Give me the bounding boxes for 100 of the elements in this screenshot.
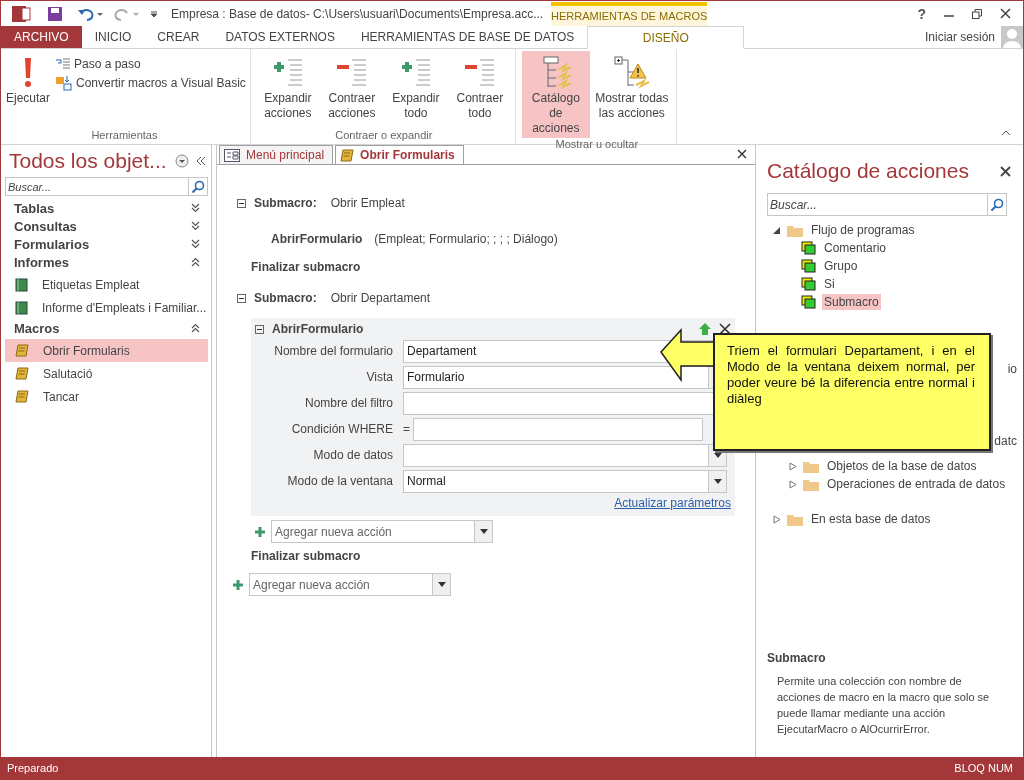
- collapse-icon[interactable]: [237, 293, 246, 303]
- expanded-arrow-icon[interactable]: [773, 225, 781, 235]
- close-icon[interactable]: [1000, 8, 1011, 19]
- ribbon-button[interactable]: Contraer todo: [448, 51, 511, 129]
- document-tab[interactable]: Obrir Formularis: [335, 145, 464, 164]
- document-tab[interactable]: Menú principal: [219, 145, 334, 164]
- navigation-title: Todos los objet...: [9, 149, 167, 173]
- collapse-icon: [191, 323, 200, 333]
- folder-icon: [803, 477, 819, 491]
- submacro-name: Obrir Empleat: [330, 196, 405, 210]
- collapse-icon[interactable]: [237, 198, 246, 208]
- close-icon[interactable]: [737, 149, 747, 159]
- tree-item[interactable]: En esta base de datos: [809, 511, 933, 527]
- input-field[interactable]: [413, 417, 703, 441]
- navigation-group-header[interactable]: Macros: [5, 319, 208, 337]
- search-field[interactable]: Buscar...: [5, 177, 188, 196]
- expand-icon: [191, 239, 200, 249]
- scroll-icon: [15, 344, 29, 357]
- tree-item[interactable]: Grupo: [822, 258, 860, 274]
- combo-box[interactable]: Formulario: [403, 365, 709, 389]
- tree-item[interactable]: Submacro: [822, 294, 881, 310]
- caret-icon: [479, 529, 488, 534]
- collapse-icon[interactable]: [255, 324, 264, 334]
- ribbon-button[interactable]: Mostrar todas las acciones: [591, 51, 672, 138]
- tree-item[interactable]: Operaciones de entrada de datos: [825, 476, 1008, 492]
- caret-icon: [713, 478, 722, 484]
- equals-sign: =: [403, 422, 411, 436]
- add-action-combo[interactable]: Agregar nueva acción: [249, 573, 433, 596]
- navigation-item[interactable]: Salutació: [5, 362, 208, 385]
- collapsed-arrow-icon[interactable]: [773, 514, 781, 524]
- navigation-group-header[interactable]: Consultas: [5, 217, 208, 235]
- help-title: Submacro: [767, 651, 827, 665]
- dropdown-icon[interactable]: [174, 154, 189, 168]
- step-icon: [55, 57, 71, 71]
- action-name: AbrirFormulario: [271, 232, 363, 248]
- status-text: BLOQ NUM: [954, 762, 1013, 774]
- combo-box[interactable]: Normal: [403, 469, 709, 493]
- folder-icon: [803, 459, 819, 473]
- close-icon[interactable]: [1000, 165, 1011, 177]
- submacro-name: Obrir Departament: [330, 291, 431, 305]
- access-logo-icon: [11, 4, 31, 23]
- collapse-icon: [191, 257, 200, 267]
- action-icon: [801, 241, 816, 255]
- search-field[interactable]: Buscar...: [767, 193, 987, 216]
- action-name: AbrirFormulario: [272, 322, 364, 336]
- tree-item[interactable]: Si: [822, 276, 837, 292]
- add-action-combo[interactable]: Agregar nueva acción: [271, 520, 475, 543]
- update-parameters-link[interactable]: Actualizar parámetros: [614, 496, 731, 510]
- delete-icon[interactable]: [719, 323, 731, 335]
- customize-icon[interactable]: [149, 8, 159, 19]
- scroll-icon: [15, 390, 29, 403]
- ribbon-tab[interactable]: HERRAMIENTAS DE BASE DE DATOS: [347, 26, 588, 48]
- navigation-group-header[interactable]: Informes: [5, 253, 208, 271]
- ribbon-tab[interactable]: ARCHIVO: [1, 26, 82, 48]
- undo-icon[interactable]: [77, 6, 105, 21]
- ribbon-button[interactable]: Expandir todo: [384, 51, 447, 129]
- field-label: Vista: [365, 370, 394, 384]
- collapse-ribbon-icon[interactable]: [1001, 130, 1011, 136]
- ribbon-button[interactable]: Convertir macros a Visual Basic: [55, 75, 246, 91]
- dropdown-button[interactable]: [433, 573, 451, 596]
- dropdown-button[interactable]: [709, 469, 727, 493]
- tree-item[interactable]: Flujo de programas: [809, 222, 917, 238]
- navigation-item[interactable]: Tancar: [5, 385, 208, 408]
- restore-icon[interactable]: [972, 8, 982, 19]
- navigation-item[interactable]: Etiquetas Empleat: [5, 273, 208, 296]
- ribbon-button[interactable]: Paso a paso: [55, 57, 246, 71]
- sign-in-link[interactable]: Iniciar sesión: [924, 30, 995, 44]
- search-icon: [990, 197, 1004, 212]
- ribbon-button[interactable]: Contraer acciones: [320, 51, 383, 129]
- tree-item[interactable]: Comentario: [822, 240, 889, 256]
- field-label: Modo de la ventana: [286, 474, 394, 488]
- callout-text: Triem el formulari Departament, i en el Modo de la ventana deixem normal, per poder veure bé la diferencia entre normal i diàleg: [727, 343, 975, 407]
- field-label: Modo de datos: [312, 448, 394, 462]
- navigation-item[interactable]: Obrir Formularis: [5, 339, 208, 362]
- action-icon: [801, 295, 816, 309]
- search-button[interactable]: [188, 177, 208, 196]
- ribbon-button[interactable]: Ejecutar: [3, 51, 53, 129]
- tree-item[interactable]: datc: [992, 433, 1019, 449]
- ribbon-button[interactable]: Catálogo de acciones: [521, 51, 590, 138]
- navigation-group-header[interactable]: Tablas: [5, 199, 208, 217]
- ribbon-tab[interactable]: DISEÑO: [587, 26, 745, 49]
- tree-item[interactable]: Objetos de la base de datos: [825, 458, 979, 474]
- submacro-label: Submacro:: [254, 196, 317, 210]
- dropdown-button[interactable]: [475, 520, 493, 543]
- navigation-item[interactable]: Informe d'Empleats i Familiar...: [5, 296, 208, 319]
- tree-item[interactable]: io: [1005, 361, 1019, 377]
- ribbon-tab[interactable]: CREAR: [144, 26, 213, 48]
- save-icon[interactable]: [47, 5, 63, 22]
- group-label: Herramientas: [90, 129, 159, 143]
- action-icon: [801, 259, 816, 273]
- navigation-group-header[interactable]: Formularios: [5, 235, 208, 253]
- ribbon-button[interactable]: Expandir acciones: [256, 51, 319, 129]
- help-button[interactable]: ?: [917, 5, 926, 22]
- ribbon-tab[interactable]: DATOS EXTERNOS: [212, 26, 348, 48]
- search-button[interactable]: [987, 193, 1007, 216]
- shutter-icon[interactable]: [194, 156, 207, 166]
- item-label: Etiquetas Empleat: [42, 277, 140, 292]
- item-label: Tancar: [43, 389, 80, 404]
- ribbon-tab[interactable]: INICIO: [81, 26, 145, 48]
- action-icon: [801, 277, 816, 291]
